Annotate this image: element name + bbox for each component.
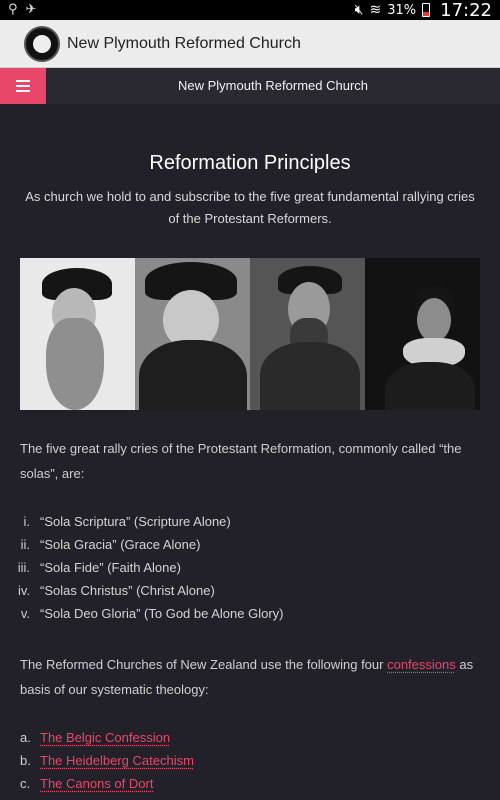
canons-of-dort-link[interactable]: The Canons of Dort — [40, 772, 153, 795]
clock: 17:22 — [440, 0, 492, 21]
mute-icon: 🔇︎ — [354, 2, 364, 18]
list-item: ii. “Sola Gracia” (Grace Alone) — [20, 537, 201, 552]
portrait-4 — [365, 258, 480, 410]
page-title: Reformation Principles — [149, 152, 351, 174]
usb-icon: ⚲ — [8, 2, 18, 17]
confessions-link[interactable]: confessions — [387, 657, 456, 672]
list-item: a. The Belgic Confession — [0, 726, 480, 749]
portrait-1 — [20, 258, 135, 410]
battery-icon — [422, 3, 431, 17]
battery-percent: 31% — [387, 2, 417, 18]
solas-intro-text: The five great rally cries of the Protes… — [20, 441, 462, 481]
list-item: v. “Sola Deo Gloria” (To God be Alone Glo… — [20, 606, 284, 621]
reformers-portraits-image — [20, 258, 480, 410]
belgic-confession-link[interactable]: The Belgic Confession — [40, 726, 170, 749]
menu-button[interactable] — [0, 68, 46, 104]
heidelberg-catechism-link[interactable]: The Heidelberg Catechism — [40, 749, 194, 772]
site-nav: New Plymouth Reformed Church — [0, 68, 500, 104]
list-item: b. The Heidelberg Catechism — [0, 749, 480, 772]
app-bar: New Plymouth Reformed Church — [0, 20, 500, 68]
list-item: iii. “Sola Fide” (Faith Alone) — [17, 560, 181, 575]
site-title[interactable]: New Plymouth Reformed Church — [46, 68, 500, 104]
status-bar: ⚲ ✈ 🔇︎ ≋ 31% 17:22 — [0, 0, 500, 21]
list-item: i. “Sola Scriptura” (Scripture Alone) — [23, 514, 231, 529]
game-controller-icon: ✈ — [25, 2, 37, 17]
confessions-intro-text: The Reformed Churches of New Zealand use… — [20, 657, 474, 697]
solas-list: i. “Sola Scriptura” (Scripture Alone) ii.… — [0, 510, 480, 625]
app-title: New Plymouth Reformed Church — [67, 35, 301, 52]
portrait-3 — [250, 258, 365, 410]
wifi-icon: ≋ — [369, 2, 382, 18]
confessions-list: a. The Belgic Confession b. The Heidelberg… — [0, 726, 480, 795]
list-item: c. The Canons of Dort — [0, 772, 480, 795]
hamburger-icon — [16, 80, 30, 92]
portrait-2 — [135, 258, 250, 410]
intro-text: As church we hold to and subscribe to th… — [25, 189, 475, 226]
church-logo-icon[interactable] — [24, 26, 60, 62]
list-item: iv. “Solas Christus” (Christ Alone) — [17, 583, 215, 598]
